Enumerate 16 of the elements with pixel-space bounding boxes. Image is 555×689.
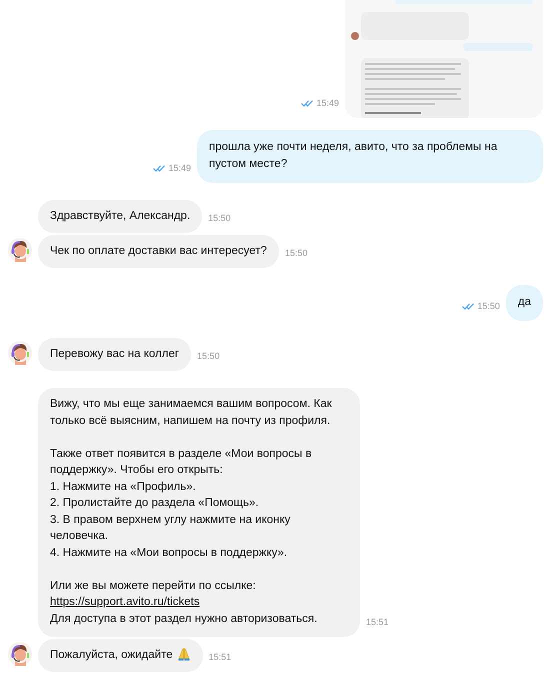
message-bubble: прошла уже почти неделя, авито, что за проблемы на пустом месте? bbox=[197, 130, 543, 183]
message-time: 15:51 bbox=[366, 617, 389, 627]
message-time: 15:49 bbox=[316, 98, 339, 108]
message-time: 15:50 bbox=[477, 301, 500, 311]
message-bubble: Пожалуйста, ожидайте bbox=[38, 639, 203, 672]
support-link[interactable]: https://support.avito.ru/tickets bbox=[50, 594, 348, 610]
message-time: 15:50 bbox=[208, 213, 231, 223]
message-bubble: да bbox=[506, 285, 543, 321]
message-time: 15:49 bbox=[168, 163, 191, 173]
message-bubble: Здравствуйте, Александр. bbox=[38, 200, 202, 233]
message-time: 15:50 bbox=[284, 248, 308, 258]
message-bubble: Вижу, что мы еще занимаемся вашим вопросом. Как только всё выясним, напишем на почту из профиля. Также ответ появится в разделе «Мои вопросы в поддержку». Чтобы его открыть: 1. Нажмите на «Профиль». 2. Пролистайте до раздела «Помощь». 3. В правом верхнем углу нажмите на иконку человечка. 4. Нажмите на «Мои вопросы в поддержку». Или же вы можете перейти по ссылке: https://support.avito.ru/tickets Для доступа в этот раздел нужно авторизоваться. bbox=[38, 388, 360, 637]
message-time: 15:50 bbox=[197, 351, 220, 361]
message-bubble: Чек по оплате доставки вас интересует? bbox=[38, 235, 279, 268]
message-bubble: Перевожу вас на коллег bbox=[38, 338, 192, 371]
message-time: 15:51 bbox=[208, 652, 232, 662]
